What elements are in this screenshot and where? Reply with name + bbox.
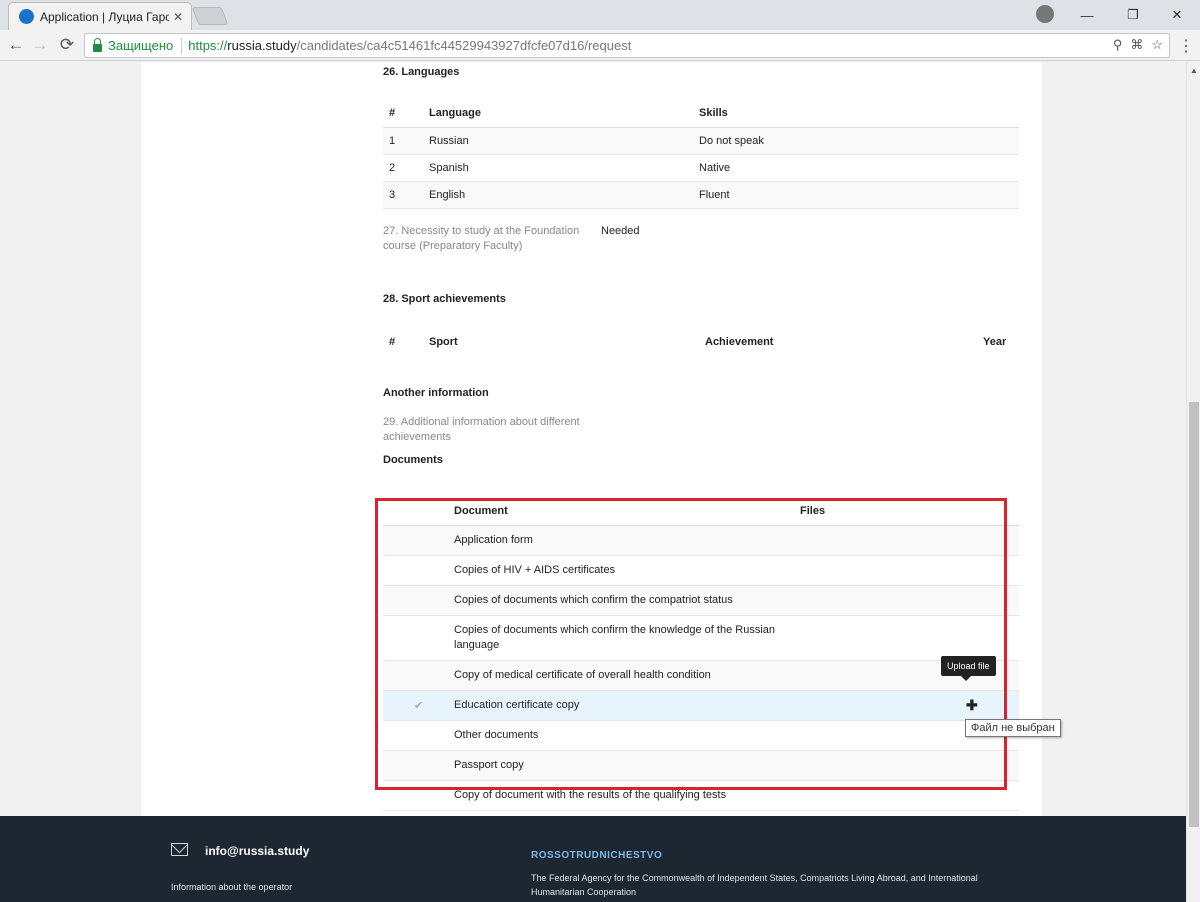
mail-icon xyxy=(171,843,188,856)
table-row: 3 English Fluent xyxy=(383,181,1019,209)
bookmark-star-icon[interactable]: ☆ xyxy=(1151,37,1163,53)
browser-menu-icon[interactable]: ⋮ xyxy=(1178,36,1194,56)
upload-file-tooltip: Upload file xyxy=(941,656,996,681)
sport-col-num: # xyxy=(389,336,396,348)
tab-close-icon[interactable]: ✕ xyxy=(173,10,183,24)
site-favicon-icon xyxy=(19,9,34,24)
org-name: ROSSOTRUDNICHESTVO xyxy=(531,850,663,861)
sport-col-sport: Sport xyxy=(429,336,458,348)
documents-heading: Documents xyxy=(383,454,443,466)
address-bar-icons: ⚲ ⌘ ☆ xyxy=(1113,37,1163,53)
table-row: 1 Russian Do not speak xyxy=(383,127,1019,155)
language-num: 1 xyxy=(383,127,423,155)
translate-icon[interactable]: ⌘ xyxy=(1130,37,1143,53)
language-num: 2 xyxy=(383,154,423,182)
foundation-value: Needed xyxy=(601,225,640,237)
browser-tab[interactable]: Application | Луциа Гарс ✕ xyxy=(8,2,192,30)
languages-col-skills: Skills xyxy=(693,99,1019,128)
tab-title: Application | Луциа Гарс xyxy=(40,9,169,24)
browser-toolbar: ← → ⟳ Защищено https:// russia.study /ca… xyxy=(0,30,1200,61)
language-skill: Native xyxy=(693,154,1019,182)
org-description: The Federal Agency for the Commonwealth … xyxy=(531,873,978,897)
lock-icon xyxy=(93,37,102,52)
language-name: English xyxy=(423,181,693,209)
language-skill: Fluent xyxy=(693,181,1019,209)
language-name: Spanish xyxy=(423,154,693,182)
sport-col-achievement: Achievement xyxy=(705,336,774,348)
minimize-button[interactable]: — xyxy=(1064,0,1110,30)
url-host: russia.study xyxy=(227,38,297,53)
languages-heading: 26. Languages xyxy=(383,66,460,78)
languages-col-num: # xyxy=(383,99,423,128)
sport-col-year: Year xyxy=(983,336,1007,348)
sport-table-header: # Sport Achievement Year xyxy=(383,332,1019,352)
language-skill: Do not speak xyxy=(693,127,1019,155)
url-path: /candidates/ca4c51461fc44529943927dfcfe0… xyxy=(296,38,632,53)
zoom-icon[interactable]: ⚲ xyxy=(1113,37,1123,53)
no-file-selected-tooltip: Файл не выбран xyxy=(965,719,1061,737)
tab-strip: Application | Луциа Гарс ✕ — ❐ ✕ xyxy=(0,0,1200,30)
foundation-label: 27. Necessity to study at the Foundation… xyxy=(383,225,580,252)
another-info-heading: Another information xyxy=(383,387,489,399)
additional-info-label: 29. Additional information about differe… xyxy=(383,416,580,443)
restore-button[interactable]: ❐ xyxy=(1110,0,1156,30)
close-window-button[interactable]: ✕ xyxy=(1154,0,1200,30)
sport-heading: 28. Sport achievements xyxy=(383,293,506,305)
secure-label[interactable]: Защищено xyxy=(108,38,173,53)
page-scrollbar[interactable]: ▲ xyxy=(1186,62,1200,902)
site-footer: info@russia.study Information about the … xyxy=(0,816,1186,902)
address-bar[interactable]: Защищено https:// russia.study /candidat… xyxy=(84,33,1170,58)
languages-col-language: Language xyxy=(423,99,693,128)
operator-info-link[interactable]: Information about the operator xyxy=(171,882,292,892)
table-row: 2 Spanish Native xyxy=(383,154,1019,182)
reload-button[interactable]: ⟳ xyxy=(55,33,79,57)
language-num: 3 xyxy=(383,181,423,209)
languages-table: # Language Skills 1 Russian Do not speak… xyxy=(383,99,1019,209)
url-scheme: https:// xyxy=(188,38,228,53)
back-button[interactable]: ← xyxy=(4,33,28,57)
scrollbar-thumb[interactable] xyxy=(1189,402,1199,827)
new-tab-button[interactable] xyxy=(191,7,229,25)
forward-button[interactable]: → xyxy=(28,33,52,57)
profile-icon[interactable] xyxy=(1036,5,1054,23)
scroll-up-arrow-icon[interactable]: ▲ xyxy=(1190,66,1198,75)
address-separator xyxy=(181,37,183,54)
languages-header-row: # Language Skills xyxy=(383,99,1019,128)
footer-email-link[interactable]: info@russia.study xyxy=(205,844,309,858)
documents-highlight-box xyxy=(375,498,1007,790)
page-viewport: 26. Languages # Language Skills 1 Russia… xyxy=(0,62,1186,902)
language-name: Russian xyxy=(423,127,693,155)
